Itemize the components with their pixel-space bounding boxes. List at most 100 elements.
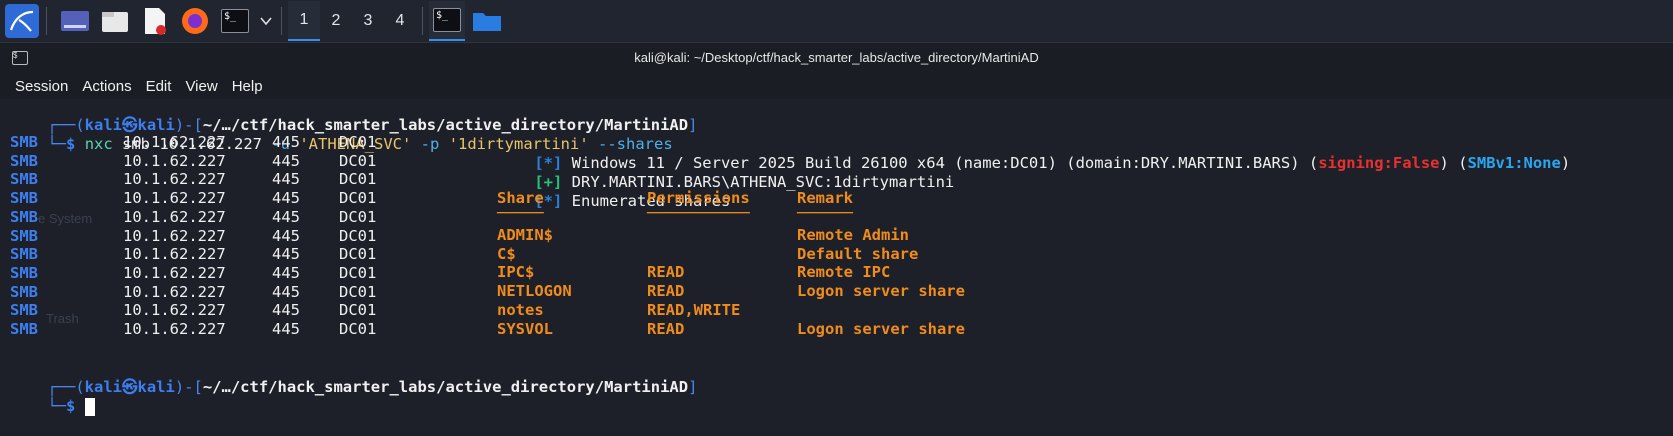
signing-status: signing:False (1318, 154, 1440, 172)
row-host: DC01 (339, 226, 377, 245)
row-ip: 10.1.62.227 (123, 151, 226, 170)
desktop-ghost-label: e System (38, 211, 93, 226)
workspace-1-button[interactable]: 1 (288, 1, 320, 41)
text-editor-icon[interactable] (137, 3, 173, 39)
row-protocol: SMB (10, 320, 38, 338)
row-ip: 10.1.62.227 (123, 226, 226, 245)
share-remark: Remote IPC (797, 263, 891, 282)
terminal-task-icon: $_ (433, 8, 461, 32)
taskbar-separator (46, 7, 47, 35)
menu-session[interactable]: Session (15, 78, 68, 95)
prompt-line: ┌──(kali㉿kali)-[~/…/ctf/hack_smarter_lab… (47, 378, 698, 396)
row-ip: 10.1.62.227 (123, 282, 226, 301)
desktop-ghost-label: Trash (46, 311, 79, 326)
row-protocol: SMB (10, 263, 38, 282)
row-ip: 10.1.62.227 (123, 207, 226, 226)
window-title: kali@kali: ~/Desktop/ctf/hack_smarter_la… (634, 50, 1039, 65)
menu-actions[interactable]: Actions (82, 78, 131, 95)
row-protocol: SMB (10, 282, 38, 301)
info-line: [*] Windows 11 / Server 2025 Build 26100… (534, 154, 1571, 172)
window-titlebar[interactable]: $ kali@kali: ~/Desktop/ctf/hack_smarter_… (0, 43, 1673, 73)
command-binary: nxc (84, 135, 113, 153)
row-host: DC01 (339, 301, 377, 320)
row-protocol: SMB (10, 170, 38, 189)
row-port: 445 (272, 170, 300, 189)
share-remark: Remote Admin (797, 226, 909, 244)
menu-help[interactable]: Help (232, 78, 263, 95)
row-host: DC01 (339, 133, 377, 151)
row-protocol: SMB (10, 245, 38, 264)
row-host: DC01 (339, 151, 377, 170)
taskbar: $_ 1 2 3 4 $_ (0, 0, 1673, 43)
row-ip: 10.1.62.227 (123, 263, 226, 282)
folder-task-icon[interactable] (469, 3, 505, 39)
text-cursor (84, 397, 95, 416)
row-protocol: SMB (10, 301, 38, 320)
row-ip: 10.1.62.227 (123, 320, 226, 338)
auth-success-line: [+] DRY.MARTINI.BARS\ATHENA_SVC:1dirtyma… (534, 173, 955, 191)
row-protocol: SMB (10, 133, 38, 151)
row-port: 445 (272, 301, 300, 320)
terminal-task-button[interactable]: $_ (429, 1, 465, 41)
remark-underline: ────── (797, 204, 853, 222)
enum-line: [*] Enumerated shares (534, 192, 731, 210)
workspace-3-button[interactable]: 3 (352, 2, 384, 40)
share-name: C$ (497, 244, 516, 263)
taskbar-separator (281, 7, 282, 35)
share-name: SYSVOL (497, 319, 553, 338)
terminal-output[interactable]: e System Trash ┌──(kali㉿kali)-[~/…/ctf/h… (0, 99, 1673, 434)
row-host: DC01 (339, 189, 377, 208)
terminal-icon[interactable]: $_ (217, 3, 253, 39)
taskbar-separator (422, 7, 423, 35)
share-permissions: READ,WRITE (647, 300, 741, 319)
row-port: 445 (272, 263, 300, 282)
row-protocol: SMB (10, 189, 38, 208)
row-host: DC01 (339, 263, 377, 282)
share-name: IPC$ (497, 263, 535, 282)
row-protocol: SMB (10, 207, 38, 226)
share-permissions: READ (647, 319, 685, 338)
share-permissions: READ (647, 263, 685, 282)
chevron-down-icon[interactable] (257, 3, 275, 39)
row-ip: 10.1.62.227 (123, 133, 226, 151)
share-remark: Logon server share (797, 319, 965, 338)
share-remark: Default share (797, 244, 919, 263)
row-protocol: SMB (10, 226, 38, 245)
row-host: DC01 (339, 245, 377, 264)
row-ip: 10.1.62.227 (123, 301, 226, 320)
firefox-icon[interactable] (177, 3, 213, 39)
menu-view[interactable]: View (185, 78, 217, 95)
smbv1-status: SMBv1:None (1467, 154, 1561, 172)
row-port: 445 (272, 151, 300, 170)
command-line: └─$ nxc smb 10.1.62.227 -u 'ATHENA_SVC' … (47, 135, 673, 153)
workspace-2-button[interactable]: 2 (320, 2, 352, 40)
row-ip: 10.1.62.227 (123, 189, 226, 208)
show-desktop-icon[interactable] (57, 3, 93, 39)
row-ip: 10.1.62.227 (123, 245, 226, 264)
menu-edit[interactable]: Edit (146, 78, 172, 95)
row-port: 445 (272, 189, 300, 208)
share-name: notes (497, 300, 544, 319)
row-protocol: SMB (10, 151, 38, 170)
permissions-underline: ─────────── (647, 204, 750, 222)
prompt-line: ┌──(kali㉿kali)-[~/…/ctf/hack_smarter_lab… (47, 116, 698, 134)
kali-menu-icon[interactable] (4, 3, 40, 39)
row-ip: 10.1.62.227 (123, 170, 226, 189)
workspace-4-button[interactable]: 4 (384, 2, 416, 40)
row-host: DC01 (339, 320, 377, 338)
row-port: 445 (272, 226, 300, 245)
input-line[interactable]: └─$ (10, 376, 95, 416)
share-name: NETLOGON (497, 282, 572, 301)
row-port: 445 (272, 320, 300, 338)
row-host: DC01 (339, 170, 377, 189)
row-port: 445 (272, 245, 300, 264)
share-permissions: READ (647, 282, 685, 301)
row-port: 445 (272, 207, 300, 226)
row-host: DC01 (339, 207, 377, 226)
file-manager-icon[interactable] (97, 3, 133, 39)
row-port: 445 (272, 282, 300, 301)
share-remark: Logon server share (797, 282, 965, 301)
row-port: 445 (272, 133, 300, 151)
row-host: DC01 (339, 282, 377, 301)
share-name: ADMIN$ (497, 226, 553, 244)
